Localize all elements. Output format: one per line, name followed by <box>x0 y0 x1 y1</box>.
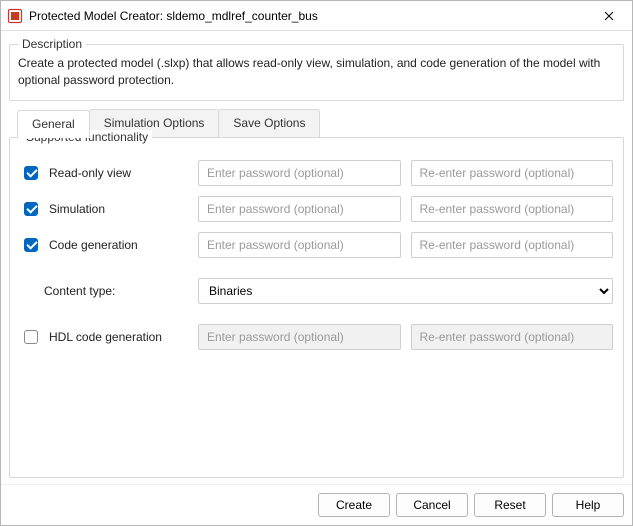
hdl-label: HDL code generation <box>49 330 162 344</box>
dialog-body: Description Create a protected model (.s… <box>1 31 632 484</box>
read-only-password[interactable] <box>198 160 401 186</box>
supported-functionality-group: Supported functionality Read-only view S… <box>9 137 624 478</box>
row-simulation: Simulation <box>20 196 613 222</box>
row-hdl: HDL code generation <box>20 324 613 350</box>
titlebar: Protected Model Creator: sldemo_mdlref_c… <box>1 1 632 31</box>
description-text: Create a protected model (.slxp) that al… <box>18 55 615 90</box>
simulation-label: Simulation <box>49 202 105 216</box>
row-read-only: Read-only view <box>20 160 613 186</box>
tab-save-options[interactable]: Save Options <box>218 109 320 137</box>
tab-general[interactable]: General <box>17 110 90 138</box>
help-button[interactable]: Help <box>552 493 624 517</box>
description-legend: Description <box>18 37 86 51</box>
simulation-checkbox[interactable] <box>24 202 38 216</box>
read-only-label: Read-only view <box>49 166 131 180</box>
row-content-type: Content type: Binaries <box>20 278 613 304</box>
dialog-footer: Create Cancel Reset Help <box>1 484 632 525</box>
window-title: Protected Model Creator: sldemo_mdlref_c… <box>29 9 586 23</box>
row-codegen: Code generation <box>20 232 613 258</box>
hdl-password-confirm <box>411 324 614 350</box>
simulation-password[interactable] <box>198 196 401 222</box>
dialog-window: Protected Model Creator: sldemo_mdlref_c… <box>0 0 633 526</box>
read-only-password-confirm[interactable] <box>411 160 614 186</box>
content-type-label: Content type: <box>20 284 115 298</box>
create-button[interactable]: Create <box>318 493 390 517</box>
cancel-button[interactable]: Cancel <box>396 493 468 517</box>
simulation-password-confirm[interactable] <box>411 196 614 222</box>
close-button[interactable] <box>586 1 632 31</box>
code-generation-password[interactable] <box>198 232 401 258</box>
hdl-checkbox[interactable] <box>24 330 38 344</box>
content-type-select[interactable]: Binaries <box>198 278 613 304</box>
code-generation-checkbox[interactable] <box>24 238 38 252</box>
reset-button[interactable]: Reset <box>474 493 546 517</box>
description-group: Description Create a protected model (.s… <box>9 37 624 101</box>
code-generation-password-confirm[interactable] <box>411 232 614 258</box>
app-icon <box>7 8 23 24</box>
read-only-checkbox[interactable] <box>24 166 38 180</box>
code-generation-label: Code generation <box>49 238 138 252</box>
hdl-password <box>198 324 401 350</box>
